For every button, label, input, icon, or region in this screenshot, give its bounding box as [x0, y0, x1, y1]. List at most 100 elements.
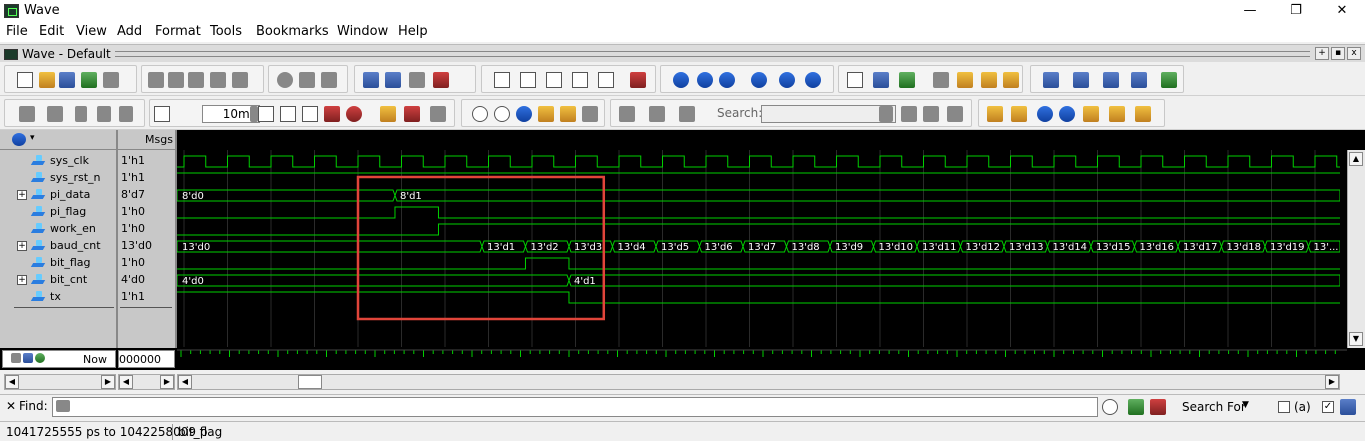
layout-4-icon[interactable]: [1131, 72, 1147, 88]
break-sim-icon[interactable]: [433, 72, 449, 88]
memory-icon[interactable]: [404, 106, 420, 122]
insert-cursor-icon[interactable]: [630, 72, 646, 88]
find-edge-icon[interactable]: [679, 106, 695, 122]
redo-icon[interactable]: [232, 72, 248, 88]
value-row[interactable]: 1'h0: [118, 204, 175, 221]
copy-icon[interactable]: [168, 72, 184, 88]
grid-icon[interactable]: [933, 72, 949, 88]
zoom-out-icon[interactable]: [494, 106, 510, 122]
value-row[interactable]: 1'h1: [118, 289, 175, 306]
subwindow-close-icon[interactable]: x: [1347, 47, 1361, 60]
performance-icon[interactable]: [380, 106, 396, 122]
wave-view-3-icon[interactable]: [899, 72, 915, 88]
value-row[interactable]: 1'h0: [118, 255, 175, 272]
right-arrow-icon[interactable]: [119, 106, 133, 122]
zoom-mode-icon[interactable]: [520, 72, 536, 88]
print-icon[interactable]: [103, 72, 119, 88]
signal-row[interactable]: pi_flag: [0, 204, 117, 221]
expand-icon[interactable]: +: [17, 241, 27, 251]
find-highlight-icon[interactable]: [1150, 399, 1166, 415]
time-ruler[interactable]: [177, 348, 1347, 370]
cursor-lock-icon[interactable]: [11, 353, 21, 363]
continue-run-icon[interactable]: [280, 106, 296, 122]
cursor-add-icon[interactable]: [23, 353, 33, 363]
wave-options-icon[interactable]: [47, 106, 63, 122]
add-wave-icon[interactable]: [19, 106, 35, 122]
search-options-icon[interactable]: [947, 106, 963, 122]
zoom-full-icon[interactable]: [516, 106, 532, 122]
add-cursor-icon[interactable]: [987, 106, 1003, 122]
signal-row[interactable]: + pi_data: [0, 187, 117, 204]
value-row[interactable]: 1'h0: [118, 221, 175, 238]
format-icon[interactable]: [321, 72, 337, 88]
waveform-area[interactable]: 8'd0 8'd1 13'd0 13'd1 13'd2 13'd3 13'd4 13'd5 13…: [177, 150, 1340, 347]
signal-row[interactable]: + baud_cnt: [0, 238, 117, 255]
value-row[interactable]: 1'h1: [118, 170, 175, 187]
compile-all-icon[interactable]: [385, 72, 401, 88]
dock-icon[interactable]: ▪: [1331, 47, 1345, 60]
break-icon[interactable]: [277, 72, 293, 88]
pan-mode-icon[interactable]: [546, 72, 562, 88]
edit-mode-icon[interactable]: [572, 72, 588, 88]
value-row[interactable]: 4'd0: [118, 272, 175, 289]
select-mode-icon[interactable]: [494, 72, 510, 88]
find-next-icon[interactable]: [649, 106, 665, 122]
value-row[interactable]: 1'h1: [118, 153, 175, 170]
scroll-down-icon[interactable]: ▼: [1349, 332, 1363, 346]
search-for-label[interactable]: Search For: [1182, 400, 1246, 414]
wave-scroll-right-icon[interactable]: ▶: [1325, 375, 1339, 389]
values-horizontal-scrollbar[interactable]: ◀ ▶: [118, 374, 175, 390]
find-close-icon[interactable]: ✕: [6, 399, 16, 413]
chevron-down-icon[interactable]: ▾: [30, 133, 35, 143]
layout-2-icon[interactable]: [1073, 72, 1089, 88]
value-row[interactable]: 13'd0: [118, 238, 175, 255]
names-scroll-left-icon[interactable]: ◀: [5, 375, 19, 389]
delete-cursor-icon[interactable]: [1011, 106, 1027, 122]
step-over-icon[interactable]: [697, 72, 713, 88]
match-case-checkbox[interactable]: ✓: [1322, 401, 1334, 413]
stop-icon[interactable]: [346, 106, 362, 122]
run-length-icon[interactable]: [154, 106, 170, 122]
values-scroll-left-icon[interactable]: ◀: [119, 375, 133, 389]
undo-icon[interactable]: [210, 72, 226, 88]
menu-window[interactable]: Window: [337, 24, 388, 39]
wave-scroll-thumb[interactable]: [298, 375, 322, 389]
signal-row[interactable]: sys_clk: [0, 153, 117, 170]
find-prev-icon[interactable]: [619, 106, 635, 122]
hand-icon[interactable]: [430, 106, 446, 122]
scroll-up-icon[interactable]: ▲: [1349, 152, 1363, 166]
menu-bookmarks[interactable]: Bookmarks: [256, 24, 329, 39]
cursor-delete-icon[interactable]: [35, 353, 45, 363]
signal-row[interactable]: tx: [0, 289, 117, 306]
undock-icon[interactable]: +: [1315, 47, 1329, 60]
restore-button[interactable]: ❐: [1273, 0, 1319, 22]
compile-icon[interactable]: [363, 72, 379, 88]
menu-view[interactable]: View: [76, 24, 107, 39]
wave-view-2-icon[interactable]: [873, 72, 889, 88]
menu-add[interactable]: Add: [117, 24, 142, 39]
simulate-icon[interactable]: [409, 72, 425, 88]
binoculars-icon[interactable]: [299, 72, 315, 88]
expand-icon[interactable]: +: [17, 275, 27, 285]
new-file-icon[interactable]: [17, 72, 33, 88]
names-horizontal-scrollbar[interactable]: ◀ ▶: [4, 374, 116, 390]
search-dropdown-icon[interactable]: [879, 106, 893, 122]
edge-icon-1[interactable]: [957, 72, 973, 88]
run-icon[interactable]: [258, 106, 274, 122]
cursor-mode-icon[interactable]: [1135, 106, 1151, 122]
cursor-icon[interactable]: [598, 72, 614, 88]
zoom-area-icon[interactable]: [582, 106, 598, 122]
find-next-button-icon[interactable]: [1128, 399, 1144, 415]
cursor-edge-icon[interactable]: [1109, 106, 1125, 122]
up-arrow-icon[interactable]: [75, 106, 87, 122]
run-all-sim-icon[interactable]: [302, 106, 318, 122]
cut-icon[interactable]: [148, 72, 164, 88]
search-clear-icon[interactable]: [923, 106, 939, 122]
signal-row[interactable]: work_en: [0, 221, 117, 238]
value-row[interactable]: 8'd7: [118, 187, 175, 204]
close-button[interactable]: ✕: [1319, 0, 1365, 22]
continue-icon[interactable]: [751, 72, 767, 88]
menu-format[interactable]: Format: [155, 24, 201, 39]
layout-1-icon[interactable]: [1043, 72, 1059, 88]
layout-3-icon[interactable]: [1103, 72, 1119, 88]
